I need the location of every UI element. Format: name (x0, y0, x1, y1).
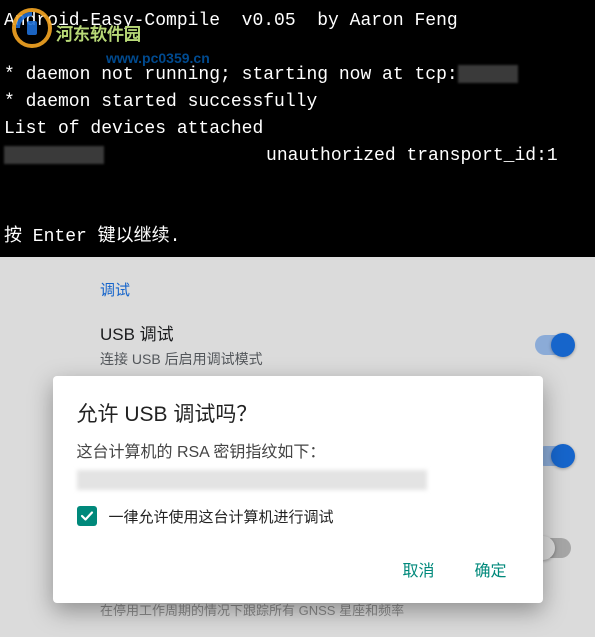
terminal-line: * daemon not running; starting now at tc… (4, 65, 458, 85)
terminal-line: * daemon started successfully (4, 92, 317, 112)
check-icon (80, 509, 94, 523)
dialog-title: 允许 USB 调试吗？ (77, 398, 519, 428)
terminal-line: unauthorized transport_id:1 (104, 146, 558, 166)
rsa-fingerprint-redacted (77, 470, 427, 490)
usb-debug-dialog: 允许 USB 调试吗？ 这台计算机的 RSA 密钥指纹如下： 一律允许使用这台计… (53, 376, 543, 603)
always-allow-checkbox[interactable] (77, 506, 97, 526)
redacted-port (458, 65, 518, 83)
watermark-url: www.pc0359.cn (106, 48, 210, 69)
terminal-prompt: 按 Enter 键以继续. (4, 227, 180, 247)
android-settings: 调试 USB 调试 连接 USB 后启用调试模式 撤消 USB 调试授权 在停用… (0, 257, 595, 637)
dialog-actions: 取消 确定 (77, 545, 519, 591)
terminal-line: List of devices attached (4, 119, 263, 139)
terminal-window: 河东软件园 www.pc0359.cn Android-Easy-Compile… (0, 0, 595, 257)
always-allow-row[interactable]: 一律允许使用这台计算机进行调试 (77, 506, 519, 527)
cancel-button[interactable]: 取消 (398, 551, 438, 587)
ok-button[interactable]: 确定 (470, 551, 510, 587)
watermark-text: 河东软件园 (56, 22, 141, 48)
watermark-logo (12, 8, 52, 48)
dialog-overlay: 允许 USB 调试吗？ 这台计算机的 RSA 密钥指纹如下： 一律允许使用这台计… (0, 257, 595, 637)
always-allow-label: 一律允许使用这台计算机进行调试 (109, 506, 334, 527)
redacted-device (4, 146, 104, 164)
dialog-body: 这台计算机的 RSA 密钥指纹如下： (77, 438, 519, 462)
